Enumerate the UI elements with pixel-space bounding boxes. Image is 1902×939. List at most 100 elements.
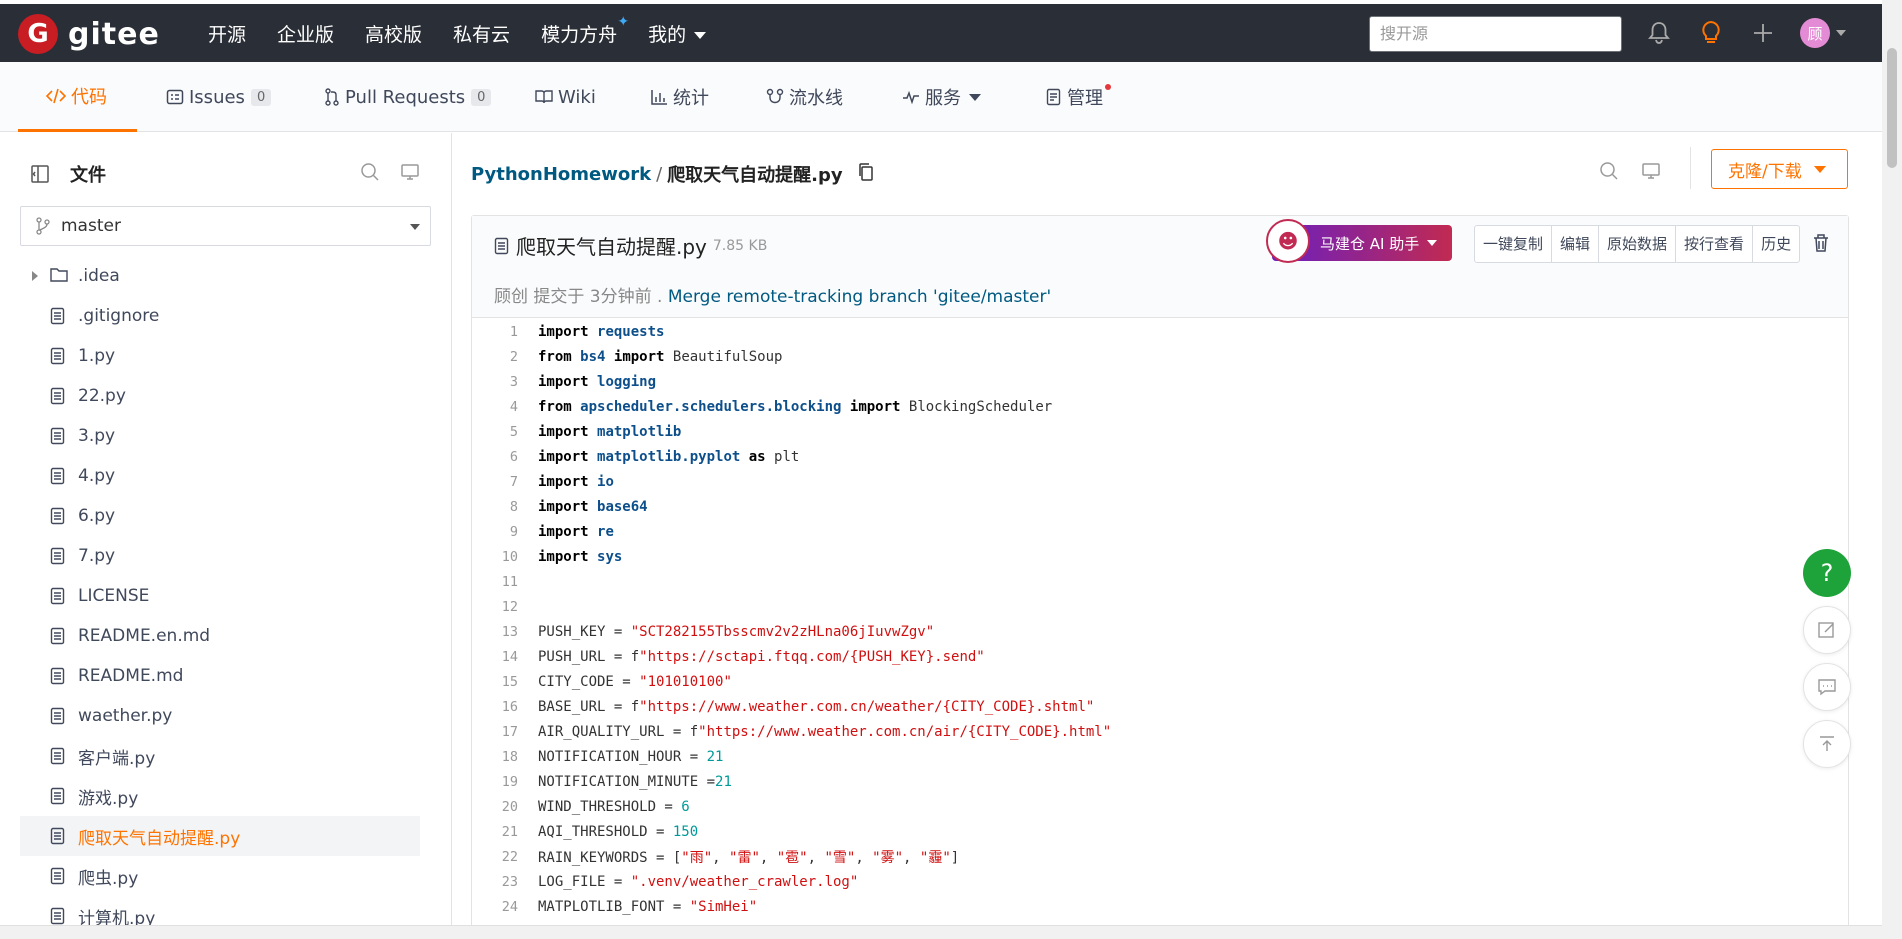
line-number[interactable]: 12: [472, 599, 518, 615]
monitor-icon[interactable]: [1641, 161, 1661, 185]
line-number[interactable]: 6: [472, 449, 518, 465]
file-tree-item[interactable]: 爬虫.py: [20, 856, 420, 896]
line-number[interactable]: 7: [472, 474, 518, 490]
file-tree-item-label: .gitignore: [78, 306, 160, 326]
search-input[interactable]: 搜开源: [1369, 16, 1622, 52]
tab-pipeline[interactable]: 流水线: [766, 62, 843, 132]
comment-button[interactable]: [1803, 663, 1851, 711]
line-number[interactable]: 21: [472, 824, 518, 840]
line-number[interactable]: 18: [472, 749, 518, 765]
copy-all-button[interactable]: 一键复制: [1475, 226, 1553, 262]
tab-services[interactable]: 服务: [902, 62, 981, 132]
line-number[interactable]: 3: [472, 374, 518, 390]
file-tree-item[interactable]: .gitignore: [20, 296, 420, 336]
top-nav: 开源 企业版 高校版 私有云 模力方舟 ✦ 我的: [208, 4, 737, 62]
back-to-top-button[interactable]: [1803, 720, 1851, 768]
line-number[interactable]: 2: [472, 349, 518, 365]
branch-selector[interactable]: master: [20, 206, 431, 246]
tab-wiki[interactable]: Wiki: [535, 62, 596, 132]
nav-mine[interactable]: 我的: [648, 20, 707, 47]
line-number[interactable]: 13: [472, 624, 518, 640]
history-button[interactable]: 历史: [1753, 226, 1799, 262]
file-tree-item[interactable]: 爬取天气自动提醒.py: [20, 816, 420, 856]
line-number[interactable]: 5: [472, 424, 518, 440]
vertical-scrollbar[interactable]: [1882, 0, 1902, 939]
gitee-logo[interactable]: G gitee: [18, 14, 160, 54]
tab-issues[interactable]: Issues 0: [166, 62, 272, 132]
line-number[interactable]: 24: [472, 899, 518, 915]
ai-assistant-button[interactable]: ☻ 马建仓 AI 助手: [1266, 219, 1452, 263]
lightbulb-icon[interactable]: [1696, 18, 1726, 48]
line-number[interactable]: 4: [472, 399, 518, 415]
file-tree-item[interactable]: 3.py: [20, 416, 420, 456]
bell-icon[interactable]: [1644, 18, 1674, 48]
file-tree-item-label: 7.py: [78, 546, 116, 566]
line-number[interactable]: 16: [472, 699, 518, 715]
line-number[interactable]: 23: [472, 874, 518, 890]
line-number[interactable]: 15: [472, 674, 518, 690]
chevron-right-icon[interactable]: [32, 271, 38, 281]
search-icon[interactable]: [1599, 161, 1619, 185]
copy-icon[interactable]: [857, 162, 875, 187]
line-number[interactable]: 17: [472, 724, 518, 740]
plus-icon[interactable]: [1748, 18, 1778, 48]
pull-request-icon: [325, 88, 339, 106]
file-tree-item[interactable]: 4.py: [20, 456, 420, 496]
nav-education[interactable]: 高校版: [365, 20, 422, 47]
nav-private-cloud[interactable]: 私有云: [453, 20, 510, 47]
file-tree-item[interactable]: 22.py: [20, 376, 420, 416]
file-tree-item-label: 4.py: [78, 466, 116, 486]
file-tree-item[interactable]: LICENSE: [20, 576, 420, 616]
file-tree-item[interactable]: 1.py: [20, 336, 420, 376]
blame-button[interactable]: 按行查看: [1676, 226, 1754, 262]
line-number[interactable]: 22: [472, 849, 518, 865]
file-tree-item[interactable]: 6.py: [20, 496, 420, 536]
search-icon[interactable]: [360, 162, 380, 186]
line-source: BASE_URL = f"https://www.weather.com.cn/…: [538, 698, 1095, 715]
tab-code[interactable]: 代码: [18, 62, 137, 132]
file-tree-item[interactable]: README.md: [20, 656, 420, 696]
line-number[interactable]: 9: [472, 524, 518, 540]
trash-icon[interactable]: [1812, 233, 1830, 257]
breadcrumb-repo[interactable]: PythonHomework: [471, 164, 651, 185]
line-number[interactable]: 10: [472, 549, 518, 565]
tab-manage[interactable]: 管理: [1046, 62, 1111, 132]
collapse-sidebar-icon[interactable]: [30, 164, 50, 184]
line-number[interactable]: 20: [472, 799, 518, 815]
file-tree-item[interactable]: .idea: [20, 256, 420, 296]
monitor-icon[interactable]: [400, 162, 420, 186]
code-line: 10 import sys: [472, 544, 1848, 569]
line-number[interactable]: 19: [472, 774, 518, 790]
commit-message[interactable]: Merge remote-tracking branch 'gitee/mast…: [668, 287, 1051, 307]
horizontal-scrollbar[interactable]: [0, 925, 1882, 939]
nav-moli[interactable]: 模力方舟 ✦: [541, 14, 629, 47]
code-line: 19 NOTIFICATION_MINUTE =21: [472, 769, 1848, 794]
help-button[interactable]: ?: [1803, 549, 1851, 597]
code-line: 3 import logging: [472, 369, 1848, 394]
line-source: LOG_FILE = ".venv/weather_crawler.log": [538, 873, 859, 890]
file-tree-item[interactable]: waether.py: [20, 696, 420, 736]
file-tree-item[interactable]: 客户端.py: [20, 736, 420, 776]
line-number[interactable]: 1: [472, 324, 518, 340]
file-tree-item[interactable]: 游戏.py: [20, 776, 420, 816]
tab-stats[interactable]: 统计: [650, 62, 709, 132]
nav-open-source[interactable]: 开源: [208, 20, 246, 47]
file-tree: .idea .gitignore 1.py 22.py 3.py 4.py 6.py 7.py…: [20, 256, 420, 936]
line-number[interactable]: 8: [472, 499, 518, 515]
file-tree-item[interactable]: README.en.md: [20, 616, 420, 656]
file-tree-item-label: 6.py: [78, 506, 116, 526]
line-number[interactable]: 14: [472, 649, 518, 665]
raw-button[interactable]: 原始数据: [1599, 226, 1677, 262]
feedback-edit-button[interactable]: [1803, 606, 1851, 654]
avatar[interactable]: 顾: [1800, 18, 1830, 48]
tab-pull-requests[interactable]: Pull Requests 0: [324, 62, 492, 132]
line-number[interactable]: 11: [472, 574, 518, 590]
clone-download-button[interactable]: 克隆/下载: [1711, 149, 1848, 189]
avatar-chevron-icon[interactable]: [1836, 30, 1846, 36]
file-icon: [50, 627, 66, 650]
nav-enterprise[interactable]: 企业版: [277, 20, 334, 47]
file-tree-item[interactable]: 7.py: [20, 536, 420, 576]
scrollbar-thumb[interactable]: [1887, 48, 1897, 168]
chevron-down-icon: [1813, 165, 1826, 173]
edit-button[interactable]: 编辑: [1552, 226, 1600, 262]
